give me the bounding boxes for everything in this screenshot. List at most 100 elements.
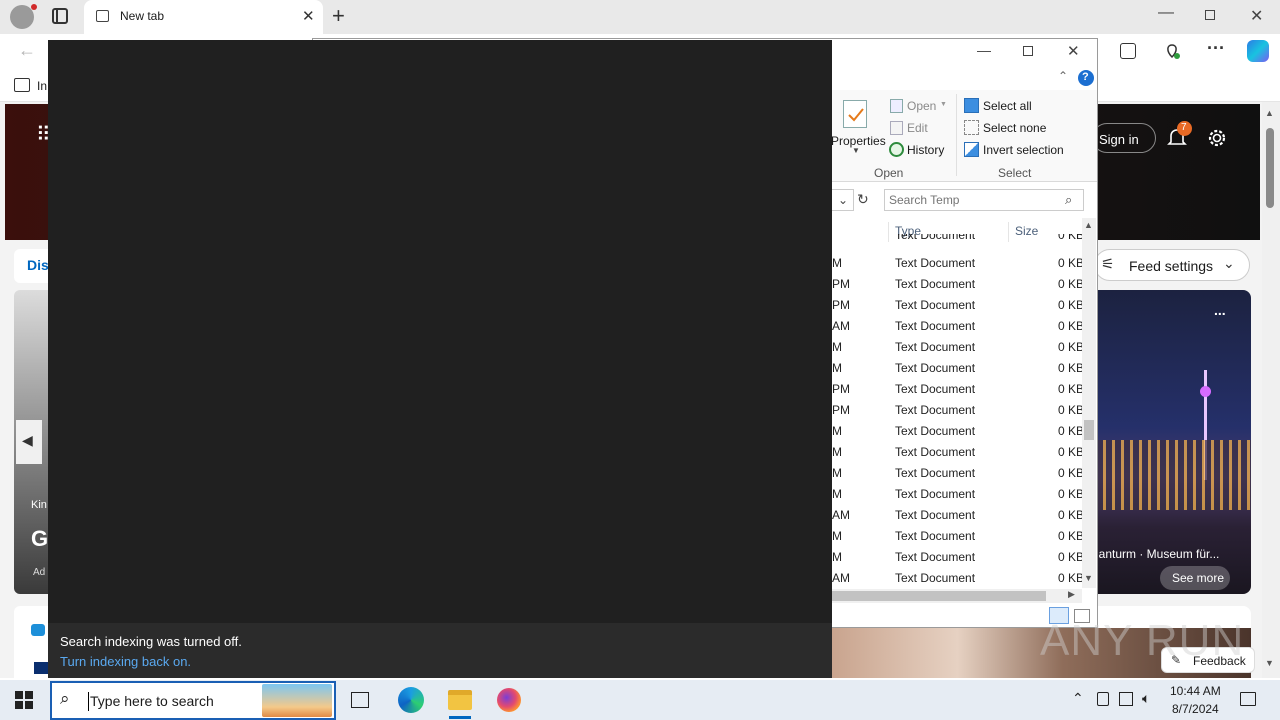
windows-start-icon[interactable] [15,691,33,709]
browser-essentials-icon[interactable] [1163,42,1181,60]
scroll-up-icon[interactable]: ▲ [1084,220,1093,230]
refresh-icon[interactable]: ↻ [857,191,869,208]
search-icon[interactable]: ⌕ [1065,192,1072,208]
maximize-window-icon[interactable] [1023,46,1033,56]
file-type: Text Document [895,277,976,291]
defender-tray-icon[interactable] [1097,692,1109,706]
close-window-icon[interactable]: ✕ [1067,42,1080,60]
table-row[interactable]: M Text Document 0 KB [832,336,1084,357]
properties-icon[interactable] [843,100,867,128]
open-button[interactable]: Open [907,99,936,113]
properties-dropdown-icon[interactable]: ▼ [852,146,860,155]
copilot-icon[interactable] [1247,40,1269,62]
file-date-modified: PM [832,298,850,312]
table-row[interactable]: PM Text Document 0 KB [832,294,1085,315]
apps-launcher-icon[interactable]: ⠿ [36,122,51,147]
address-bar[interactable]: ⌄ [832,189,854,211]
clock-time[interactable]: 10:44 AM [1170,684,1221,698]
favorites-item[interactable]: In [37,79,47,93]
turn-indexing-on-link[interactable]: Turn indexing back on. [60,654,191,669]
volume-tray-icon[interactable]: 🔈︎ [1142,690,1150,707]
restore-browser-icon[interactable] [1205,10,1215,20]
notification-count: 7 [1181,122,1187,133]
close-browser-icon[interactable]: ✕ [1250,6,1263,26]
import-favorites-icon[interactable] [14,78,30,92]
minimize-window-icon[interactable]: — [977,42,991,58]
invert-selection-button[interactable]: Invert selection [983,143,1064,157]
open-dropdown-icon[interactable]: ▼ [940,101,947,108]
table-row[interactable]: M Text Document 0 KB [832,525,1084,546]
table-row[interactable]: M Text Document 0 KB [832,420,1084,441]
collections-icon[interactable] [1120,43,1136,59]
photo-news-card[interactable]: ... ianturm · Museum für... See more [1094,290,1251,594]
taskbar-search-box[interactable]: ⌕ Type here to search [50,681,336,720]
table-row[interactable]: M Text Document 0 KB [832,546,1084,567]
table-row[interactable]: PM Text Document 0 KB [832,273,1084,294]
left-lower-card[interactable] [14,606,50,678]
profile-icon[interactable] [10,4,37,29]
file-type: Text Document [895,382,976,396]
table-row[interactable]: PM Text Document 0 KB [832,399,1084,420]
edge-taskbar-icon[interactable] [398,687,424,713]
scroll-right-icon[interactable]: ▶ [1068,589,1075,600]
table-row[interactable]: AM Text Document 0 KB [832,504,1084,525]
file-type: Text Document [895,340,976,354]
table-row[interactable]: M Text Document 0 KB [832,252,1084,273]
horizontal-scrollbar[interactable]: ▶ [832,589,1082,603]
file-type: Text Document [895,256,976,270]
show-hidden-icons-icon[interactable]: ⌃ [1072,690,1084,707]
file-size: 0 KB [1058,298,1085,312]
scroll-up-arrow-icon[interactable]: ▲ [1265,108,1274,118]
minimize-browser-icon[interactable]: — [1158,4,1174,22]
file-explorer-taskbar-icon[interactable] [448,690,472,710]
scroll-down-icon[interactable]: ▼ [1084,573,1093,583]
help-icon[interactable]: ? [1078,70,1094,86]
table-row[interactable]: AM Text Document 0 KB [832,315,1084,336]
action-center-icon[interactable] [1240,692,1256,706]
tab-actions-icon[interactable] [52,8,68,24]
left-news-card[interactable]: ◀ Kin G Ad [14,290,50,594]
file-list[interactable]: Type Size Text Document 0 KB M Text Docum… [832,218,1097,590]
feed-settings-button[interactable]: ⚟ Feed settings ⌄ [1094,249,1250,281]
sign-in-button[interactable]: Sign in [1092,123,1156,153]
select-all-button[interactable]: Select all [983,99,1032,113]
clock-date[interactable]: 8/7/2024 [1172,702,1219,716]
task-view-icon[interactable] [351,692,369,708]
file-date-modified: PM [832,403,850,417]
back-arrow-icon[interactable]: ← [18,40,36,61]
partial-top-row[interactable]: Text Document 0 KB [832,234,1082,244]
search-box[interactable]: ⌕ [884,189,1084,211]
address-dropdown-icon[interactable]: ⌄ [838,193,848,207]
table-row[interactable]: M Text Document 0 KB [832,441,1084,462]
table-row[interactable]: M Text Document 0 KB [832,483,1084,504]
select-group-label: Select [998,166,1032,180]
select-none-button[interactable]: Select none [983,121,1046,135]
new-tab-plus-icon[interactable]: + [332,3,345,29]
card-more-icon[interactable]: ... [1214,302,1226,318]
table-row[interactable]: AM Text Document 0 KB [832,567,1084,588]
search-temp-input[interactable] [889,192,1059,208]
scroll-down-arrow-icon[interactable]: ▼ [1265,658,1274,668]
watermark-text: ANY RUN [1040,616,1245,665]
tab-new-tab[interactable]: New tab ✕ [84,0,323,34]
network-tray-icon[interactable] [1119,692,1133,706]
edit-button[interactable]: Edit [907,121,928,135]
close-tab-icon[interactable]: ✕ [302,7,315,25]
table-row[interactable]: M Text Document 0 KB [832,357,1084,378]
carousel-prev-button[interactable]: ◀ [16,420,42,464]
table-row[interactable]: M Text Document 0 KB [832,462,1084,483]
tab-discover[interactable]: Dis [27,257,49,273]
page-settings-gear-icon[interactable] [1206,127,1228,149]
table-row[interactable]: PM Text Document 0 KB [832,378,1084,399]
vertical-scrollbar[interactable]: ▲ ▼ [1082,218,1096,588]
firefox-taskbar-icon[interactable] [497,688,521,712]
help-glyph: ? [1082,71,1089,83]
scrollbar-thumb[interactable] [1084,420,1094,440]
page-scrollbar-thumb[interactable] [1266,128,1274,208]
select-none-icon [964,120,979,135]
history-button[interactable]: History [907,143,944,157]
h-scrollbar-thumb[interactable] [832,591,1046,601]
collapse-ribbon-icon[interactable]: ⌃ [1058,69,1068,83]
see-more-button[interactable]: See more [1160,566,1230,590]
more-options-icon[interactable]: ··· [1207,38,1225,59]
